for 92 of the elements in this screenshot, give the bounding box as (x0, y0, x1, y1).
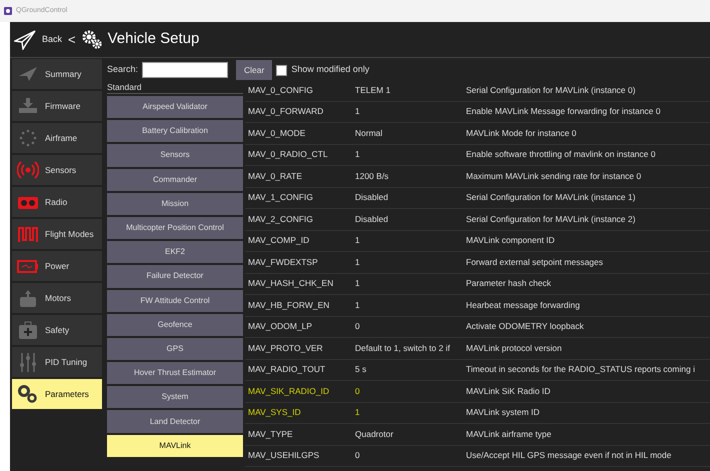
param-name: MAV_RADIO_TOUT (247, 363, 326, 376)
page-title: Vehicle Setup (108, 29, 200, 50)
clear-button[interactable]: Clear (236, 60, 272, 80)
param-description: Hearbeat message forwarding (466, 298, 581, 312)
param-description: Maximum MAVLink sending rate for instance 0 (466, 170, 642, 183)
param-value: 1 (355, 256, 360, 267)
param-name: MAV_1_CONFIG (247, 191, 314, 204)
param-description: MAVLink airframe type (466, 428, 552, 441)
group-button[interactable]: EKF2 (107, 241, 243, 264)
param-description: MAVLink Mode for instance 0 (466, 126, 578, 140)
group-button[interactable]: Commander (107, 168, 243, 191)
paper-plane-icon[interactable] (14, 30, 36, 50)
param-value: 1200 B/s (355, 170, 389, 181)
group-button[interactable]: GPS (107, 338, 243, 360)
param-name: MAV_COMP_ID (247, 234, 310, 248)
param-description: Forward external setpoint messages (466, 256, 604, 269)
param-name: MAV_0_FORWARD (247, 105, 324, 118)
group-button[interactable]: Failure Detector (107, 265, 243, 288)
sidebar-item[interactable]: Flight Modes (12, 219, 102, 249)
search-field[interactable] (142, 62, 228, 78)
param-description: Serial Configuration for MAVLink (instance 2) (466, 212, 636, 226)
param-description: Enable MAVLink Message forwarding for instance 0 (466, 105, 662, 118)
sidebar-item[interactable]: Motors (12, 283, 102, 313)
checkbox-label: Show modified only (291, 63, 370, 76)
param-name: MAV_TYPE (247, 428, 294, 441)
group-button[interactable]: Battery Calibration (107, 120, 243, 142)
group-button[interactable]: Land Detector (107, 410, 243, 433)
checkbox[interactable] (276, 64, 288, 76)
sidebar-item[interactable]: Parameters (12, 379, 102, 409)
param-value: Quadrotor (355, 428, 394, 439)
param-value: 1 (355, 235, 360, 246)
param-name: MAV_HASH_CHK_EN (247, 277, 334, 290)
param-value: TELEM 1 (355, 84, 390, 95)
group-button[interactable]: Geofence (107, 314, 243, 336)
section-heading: Standard (107, 80, 243, 94)
param-name: MAV_0_RADIO_CTL (247, 148, 329, 162)
param-value: Default to 1, switch to 2 if (355, 342, 450, 353)
param-value: 1 (355, 278, 360, 288)
param-value: 0 (355, 321, 360, 332)
param-value: 1 (355, 407, 360, 418)
sidebar-item[interactable]: Sensors (12, 155, 102, 185)
param-name: MAV_FWDEXTSP (247, 256, 319, 269)
param-description: MAVLink protocol version (466, 342, 563, 355)
param-name: MAV_SYS_ID (247, 406, 302, 420)
param-name: MAV_HB_FORW_EN (247, 298, 330, 312)
sidebar-item[interactable]: Radio (12, 187, 102, 217)
group-button[interactable]: MAVLink (107, 434, 243, 457)
param-description: Serial Configuration for MAVLink (instance 0) (466, 84, 636, 97)
chevron-text: < (68, 30, 76, 49)
param-value: 0 (355, 386, 360, 396)
param-value: 0 (355, 450, 360, 460)
group-button[interactable]: Sensors (107, 144, 243, 167)
param-name: MAV_ODOM_LP (247, 320, 314, 334)
param-value: 1 (355, 300, 360, 310)
param-description: MAVLink component ID (466, 234, 556, 248)
group-button[interactable]: Mission (107, 192, 243, 215)
param-description: MAVLink system ID (466, 406, 541, 420)
group-button[interactable]: Multicopter Position Control (107, 216, 243, 240)
sidebar-item[interactable]: PID Tuning (12, 347, 102, 377)
sidebar-item[interactable]: Safety (12, 315, 102, 345)
param-description: Enable software throttling of mavlink on instance 0 (466, 148, 656, 162)
sidebar-item[interactable]: Power (12, 251, 102, 281)
app-icon (4, 7, 12, 15)
param-value: Disabled (355, 214, 388, 224)
param-value: 5 s (355, 364, 366, 374)
group-button[interactable]: FW Attitude Control (107, 290, 243, 312)
param-description: Activate ODOMETRY loopback (466, 320, 585, 334)
param-value: Disabled (355, 192, 388, 202)
sidebar-item[interactable]: Summary (12, 59, 102, 89)
group-button[interactable]: Hover Thrust Estimator (107, 362, 243, 384)
param-name: MAV_USEHILGPS (247, 449, 320, 462)
param-description: Use/Accept HIL GPS message even if not in HIL mode (466, 449, 672, 462)
param-value: Normal (355, 128, 382, 138)
param-description: Serial Configuration for MAVLink (instance 1) (466, 191, 636, 204)
group-button[interactable]: Airspeed Validator (107, 96, 243, 118)
sidebar-item[interactable]: Firmware (12, 91, 102, 121)
param-description: MAVLink SiK Radio ID (466, 384, 552, 398)
param-value: 1 (355, 106, 360, 116)
param-value: 1 (355, 149, 360, 160)
param-name: MAV_0_CONFIG (247, 84, 314, 97)
param-name: MAV_PROTO_VER (247, 342, 324, 355)
param-description: Parameter hash check (466, 277, 552, 290)
gears-icon (82, 30, 102, 50)
param-name: MAV_2_CONFIG (247, 212, 314, 226)
back-link[interactable]: Back (42, 32, 62, 46)
param-description: Timeout in seconds for the RADIO_STATUS reports coming i (466, 363, 696, 376)
sidebar-item[interactable]: Airframe (12, 123, 102, 153)
param-name: MAV_SIK_RADIO_ID (247, 384, 330, 398)
param-name: MAV_0_RATE (247, 170, 304, 183)
param-name: MAV_0_MODE (247, 126, 306, 140)
group-button[interactable]: System (107, 386, 243, 408)
search-label: Search: (107, 63, 138, 76)
